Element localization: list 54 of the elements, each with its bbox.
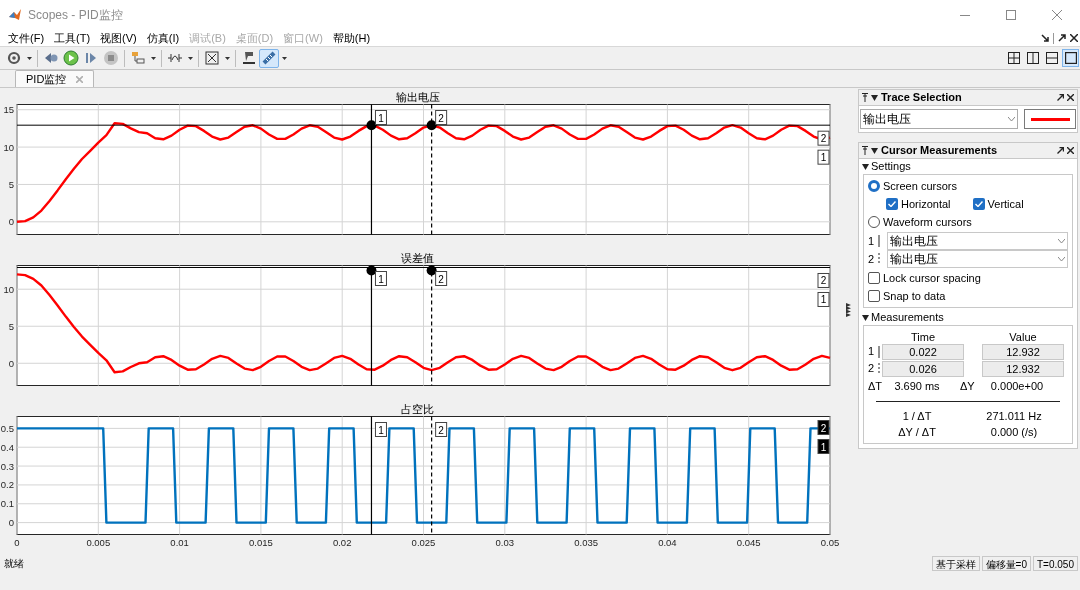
plot-title: 占空比 xyxy=(400,402,435,416)
axis-tick-label: 0.005 xyxy=(86,536,111,548)
measure-label: ΔY / ΔT xyxy=(897,424,937,440)
axis-tick-label: 0.2 xyxy=(0,479,14,491)
axis-tick-label: 0.015 xyxy=(249,536,273,548)
axis-tick-label: 0 xyxy=(8,517,14,529)
measure-label: ΔY xyxy=(960,378,976,394)
axis-tick-label: 15 xyxy=(3,104,14,116)
axis-tick-label: 0.5 xyxy=(0,422,14,434)
readout-field: 12.932 xyxy=(982,343,1064,360)
readout-field: 0.022 xyxy=(882,343,964,360)
plot-title: 误差值 xyxy=(400,251,435,265)
measure-value: 271.011 Hz xyxy=(985,408,1043,424)
plot-title: 输出电压 xyxy=(394,90,441,104)
measure-value: 0.000 (/s) xyxy=(989,424,1039,440)
axis-tick-label: 5 xyxy=(8,320,14,332)
axis-tick-label: 0.02 xyxy=(332,536,352,548)
status-text: 就绪 xyxy=(4,556,24,571)
axis-tick-label: 0.025 xyxy=(411,536,436,548)
column-header: Time xyxy=(909,330,936,343)
window-title: Scopes - PID监控 xyxy=(28,7,123,24)
status-field: T=0.050 xyxy=(1033,555,1078,571)
axis-tick-label: 0.01 xyxy=(170,536,189,548)
cursor-number: 2 xyxy=(868,361,876,377)
status-field: 偏移量=0 xyxy=(981,555,1031,571)
panel-title: Trace Selection xyxy=(881,90,962,106)
section-title: Measurements xyxy=(871,309,944,325)
measure-label: ΔT xyxy=(868,378,884,394)
axis-tick-label: 0.04 xyxy=(658,536,677,548)
axis-tick-label: 0 xyxy=(8,216,14,228)
axis-tick-label: 10 xyxy=(3,283,14,295)
axis-tick-label: 0.045 xyxy=(736,536,761,548)
cursor-number: 1 xyxy=(868,233,876,249)
axis-tick-label: 5 xyxy=(8,178,14,190)
cursor-number: 1 xyxy=(868,344,876,360)
axis-tick-label: 0.1 xyxy=(0,498,14,510)
readout-field: 0.026 xyxy=(882,360,964,377)
axis-tick-label: 10 xyxy=(3,141,14,153)
axis-tick-label: 0.4 xyxy=(0,441,14,453)
section-title: Settings xyxy=(871,159,911,175)
measure-label: 1 / ΔT xyxy=(901,408,933,424)
axis-tick-label: 0.3 xyxy=(0,460,14,472)
axis-tick-label: 0.03 xyxy=(495,536,515,548)
axis-tick-label: 0.035 xyxy=(574,536,598,548)
measure-value: 3.690 ms xyxy=(893,378,941,394)
readout-field: 12.932 xyxy=(982,360,1064,377)
axis-tick-label: 0.05 xyxy=(820,536,840,548)
column-header: Value xyxy=(1008,330,1038,343)
axis-tick-label: 0 xyxy=(8,357,14,369)
panel-title: Cursor Measurements xyxy=(881,143,998,159)
status-field: 基于采样 xyxy=(931,555,980,571)
measure-value: 0.000e+00 xyxy=(989,378,1045,394)
cursor-number: 2 xyxy=(868,251,876,267)
axis-tick-label: 0 xyxy=(14,536,20,548)
